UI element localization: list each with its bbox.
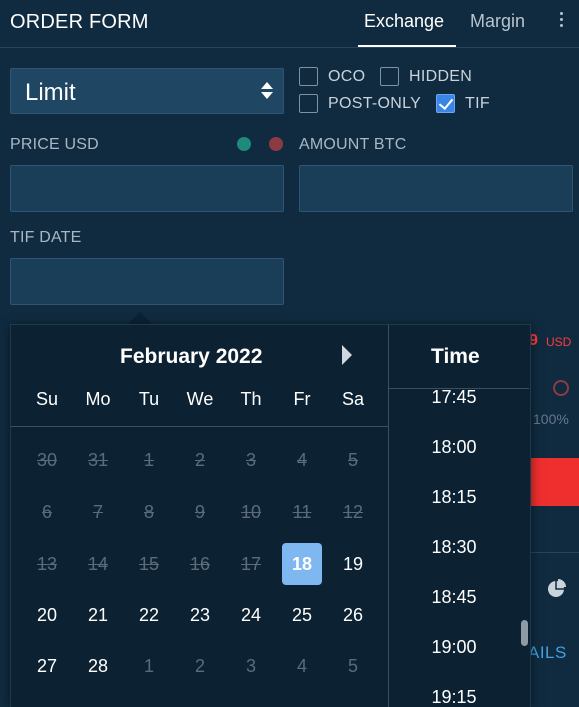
calendar-day[interactable]: 20 [27, 594, 67, 636]
weekday-label: Mo [85, 389, 111, 409]
calendar-day[interactable]: 24 [231, 594, 271, 636]
amount-label: AMOUNT BTC [299, 136, 407, 153]
order-type-select[interactable]: Limit [10, 68, 284, 114]
time-option[interactable]: 17:45 [389, 387, 519, 408]
tab-margin[interactable]: Margin [470, 11, 525, 32]
percent-label: 100% [533, 411, 569, 427]
calendar-day: 16 [189, 554, 211, 574]
calendar-day: 12 [342, 502, 364, 522]
page-title: ORDER FORM [10, 11, 149, 33]
calendar-day[interactable]: 25 [282, 594, 322, 636]
price-currency: USD [546, 335, 572, 349]
post-only-label: POST-ONLY [328, 94, 422, 112]
calendar-day: 1 [143, 450, 154, 470]
time-option[interactable]: 18:15 [389, 487, 519, 508]
tif-checkbox[interactable] [436, 94, 455, 113]
time-option[interactable]: 18:45 [389, 587, 519, 608]
tif-label: TIF [465, 94, 490, 112]
time-option[interactable]: 19:00 [389, 637, 519, 658]
buy-dot-icon[interactable] [237, 137, 251, 151]
sell-button[interactable] [529, 458, 579, 506]
calendar-day[interactable]: 4 [282, 645, 322, 687]
calendar-divider [11, 426, 388, 427]
oco-label: OCO [328, 67, 366, 85]
calendar-day[interactable]: 5 [333, 645, 373, 687]
weekday-label: We [186, 389, 214, 409]
calendar-day: 3 [245, 450, 256, 470]
order-type-value: Limit [25, 79, 76, 106]
weekday-label: Fr [293, 389, 311, 409]
calendar-day: 6 [41, 502, 52, 522]
pie-chart-icon[interactable] [547, 578, 567, 598]
active-tab-underline [358, 45, 456, 47]
calendar-day[interactable]: 2 [180, 645, 220, 687]
calendar-day: 31 [87, 450, 109, 470]
calendar-day[interactable]: 23 [180, 594, 220, 636]
hidden-label: HIDDEN [409, 67, 473, 85]
calendar-day: 2 [194, 450, 205, 470]
price-label: PRICE USD [10, 136, 99, 153]
option-tif[interactable]: TIF [436, 94, 490, 113]
kebab-icon[interactable] [556, 12, 566, 30]
sell-dot-icon[interactable] [269, 137, 283, 151]
calendar-day: 7 [92, 502, 103, 522]
weekday-label: Sa [341, 389, 365, 409]
calendar-day[interactable]: 3 [231, 645, 271, 687]
calendar-day: 13 [36, 554, 58, 574]
calendar-day[interactable]: 1 [129, 645, 169, 687]
oco-checkbox[interactable] [299, 67, 318, 86]
picker-pointer [128, 312, 152, 324]
post-only-checkbox[interactable] [299, 94, 318, 113]
time-title: Time [431, 345, 480, 368]
weekday-label: Tu [138, 389, 160, 409]
next-month-icon[interactable] [342, 345, 352, 365]
time-option[interactable]: 19:15 [389, 687, 519, 707]
order-form-header: ORDER FORM Exchange Margin [0, 0, 579, 48]
calendar-day: 15 [138, 554, 160, 574]
option-hidden[interactable]: HIDDEN [380, 67, 472, 86]
calendar-day: 5 [347, 450, 358, 470]
time-scrollbar[interactable] [519, 391, 530, 707]
calendar-day[interactable]: 28 [78, 645, 118, 687]
selected-day[interactable]: 18 [282, 543, 322, 585]
time-option[interactable]: 18:00 [389, 437, 519, 458]
radio-circle-icon[interactable] [553, 380, 569, 396]
calendar-day: 9 [194, 502, 205, 522]
time-option[interactable]: 18:30 [389, 537, 519, 558]
calendar-day: 8 [143, 502, 154, 522]
option-oco[interactable]: OCO [299, 67, 365, 86]
calendar-day[interactable]: 26 [333, 594, 373, 636]
amount-input[interactable] [299, 165, 573, 212]
select-arrows-icon [261, 82, 273, 102]
section-divider [529, 552, 579, 553]
calendar-day[interactable]: 19 [333, 543, 373, 585]
calendar-day: 4 [296, 450, 307, 470]
price-input[interactable] [10, 165, 284, 212]
calendar-day[interactable]: 21 [78, 594, 118, 636]
calendar-day: 10 [240, 502, 262, 522]
tif-date-input[interactable] [10, 258, 284, 305]
month-title: February 2022 [120, 345, 263, 368]
weekday-label: Su [35, 389, 59, 409]
tab-exchange[interactable]: Exchange [364, 11, 444, 32]
calendar-day: 17 [240, 554, 262, 574]
calendar-day[interactable]: 22 [129, 594, 169, 636]
calendar-day[interactable]: 27 [27, 645, 67, 687]
time-scrollbar-thumb[interactable] [521, 620, 528, 646]
option-post-only[interactable]: POST-ONLY [299, 94, 421, 113]
calendar-day: 14 [87, 554, 109, 574]
tif-datepicker: February 2022 Su Mo Tu We Th Fr Sa 30 31 1 2 3 4 5 6 7… [10, 324, 531, 707]
tif-date-label: TIF DATE [10, 229, 82, 246]
calendar-day: 11 [292, 502, 312, 522]
weekday-label: Th [240, 389, 262, 409]
calendar-day: 30 [36, 450, 58, 470]
hidden-checkbox[interactable] [380, 67, 399, 86]
details-link[interactable]: AILS [528, 643, 567, 663]
